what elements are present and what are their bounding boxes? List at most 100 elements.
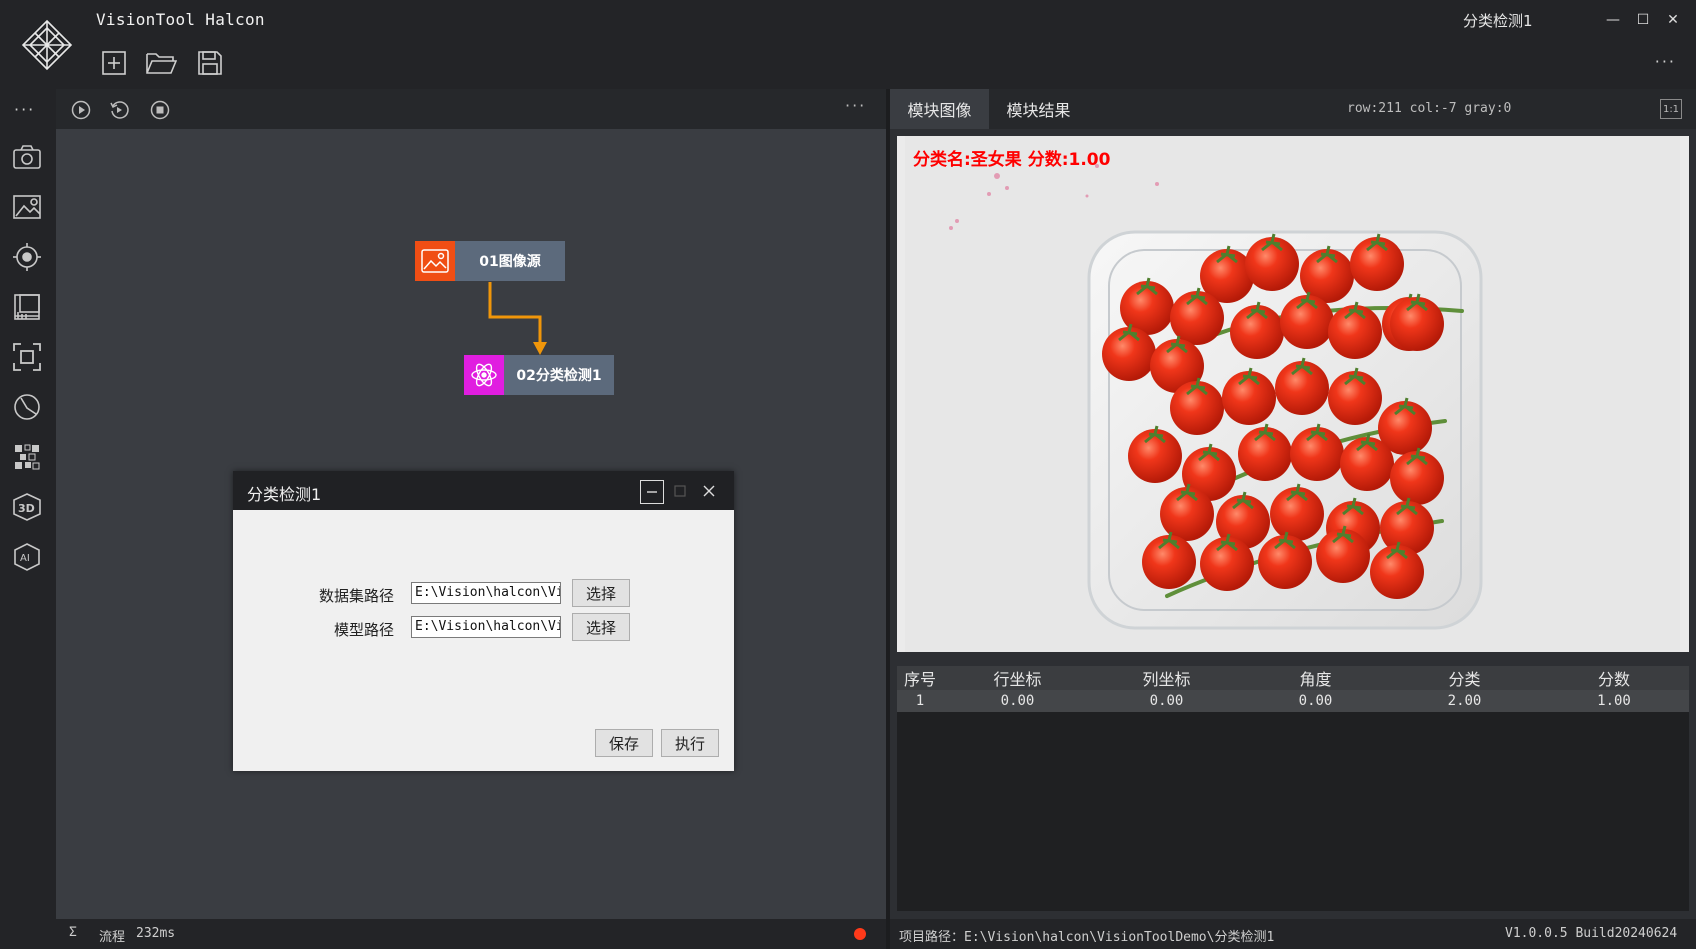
status-indicator-icon [854, 928, 866, 940]
maximize-icon [674, 485, 686, 497]
zoom-1-1-button[interactable]: 1:1 [1660, 99, 1682, 119]
rail-pattern-button[interactable] [8, 438, 46, 476]
rail-more-button[interactable]: ··· [14, 100, 35, 119]
open-folder-icon [146, 53, 177, 74]
tomato [1258, 535, 1312, 589]
titlebar-more-button[interactable]: ··· [1655, 52, 1676, 71]
flow-label: 流程 [99, 930, 126, 945]
flow-node-image-source[interactable]: 01图像源 [415, 241, 565, 281]
result-table: 序号 行坐标 列坐标 角度 分类 分数 1 0.00 0.00 0.00 2.0… [897, 666, 1689, 911]
dialog-close-button[interactable] [698, 480, 720, 502]
open-folder-button[interactable] [145, 47, 177, 79]
tomato [1340, 437, 1394, 491]
table-row[interactable]: 1 0.00 0.00 0.00 2.00 1.00 [897, 690, 1689, 712]
pixel-readout: row:211 col:-7 gray:0 [1347, 101, 1512, 116]
tomato [1160, 487, 1214, 541]
stop-button[interactable] [148, 98, 172, 122]
run-button[interactable] [69, 98, 93, 122]
cell-row: 0.00 [1000, 693, 1035, 709]
maximize-button[interactable]: ☐ [1630, 8, 1656, 32]
model-choose-button[interactable]: 选择 [572, 613, 630, 641]
image-settings-icon [13, 195, 41, 219]
tab-module-image[interactable]: 模块图像 [890, 89, 989, 129]
node-label: 02分类检测1 [504, 355, 614, 395]
image-source-icon [415, 241, 455, 281]
flow-time: 232ms [136, 926, 176, 941]
camera-icon [13, 145, 41, 169]
tomato [1370, 545, 1424, 599]
minimize-icon [647, 491, 657, 493]
app-logo-icon [20, 18, 74, 72]
flow-status-bar [56, 919, 886, 949]
rail-image-settings-button[interactable] [8, 188, 46, 226]
node-label: 01图像源 [455, 241, 565, 281]
rail-ai-button[interactable]: AI [8, 538, 46, 576]
model-path-label: 模型路径 [333, 621, 394, 639]
model-path-input[interactable]: E:\Vision\halcon\Vi [411, 616, 561, 638]
app-title: VisionTool Halcon [96, 10, 265, 29]
new-file-button[interactable] [98, 47, 130, 79]
tomato [1280, 295, 1334, 349]
result-table-header: 序号 行坐标 列坐标 角度 分类 分数 [897, 666, 1689, 690]
rail-target-button[interactable] [8, 238, 46, 276]
target-icon [13, 243, 41, 271]
loop-run-icon [110, 101, 129, 119]
sigma-icon: Σ [69, 925, 77, 940]
rail-3d-button[interactable]: 3D [8, 488, 46, 526]
tomato [1142, 535, 1196, 589]
cell-angle: 0.00 [1298, 693, 1333, 709]
close-button[interactable]: ✕ [1660, 8, 1686, 32]
measure-icon [14, 394, 40, 420]
save-button[interactable] [194, 47, 226, 79]
col-row-header: 行坐标 [993, 670, 1042, 689]
image-viewer[interactable]: 分类名:圣女果 分数:1.00 [897, 136, 1689, 652]
rail-camera-button[interactable] [8, 138, 46, 176]
minimize-button[interactable]: — [1600, 8, 1626, 32]
tomato [1170, 381, 1224, 435]
cell-index: 1 [915, 693, 925, 709]
cell-col: 0.00 [1149, 693, 1184, 709]
tomato [1238, 427, 1292, 481]
tomato [1245, 237, 1299, 291]
svg-text:3D: 3D [18, 502, 35, 515]
dialog-minimize-button[interactable] [640, 480, 664, 504]
classify-icon [464, 355, 504, 395]
focus-frame-icon [13, 343, 41, 371]
result-overlay-text: 分类名:圣女果 分数:1.00 [913, 150, 1111, 170]
dialog-save-button[interactable]: 保存 [595, 729, 653, 757]
3d-icon: 3D [13, 493, 41, 521]
tomato [1390, 297, 1444, 351]
close-icon [703, 485, 715, 497]
run-icon [71, 100, 91, 120]
tomato [1102, 327, 1156, 381]
col-score-header: 分数 [1597, 670, 1630, 689]
calibration-icon [14, 294, 40, 320]
rail-measure-button[interactable] [8, 388, 46, 426]
rail-focus-button[interactable] [8, 338, 46, 376]
stop-icon [150, 100, 170, 120]
col-angle-header: 角度 [1299, 670, 1332, 689]
dataset-choose-button[interactable]: 选择 [572, 579, 630, 607]
rail-calibration-button[interactable] [8, 288, 46, 326]
col-index-header: 序号 [903, 670, 936, 689]
panel-splitter[interactable] [886, 89, 890, 949]
dialog-maximize-button[interactable] [669, 480, 691, 502]
flow-node-classify[interactable]: 02分类检测1 [464, 355, 614, 395]
svg-text:AI: AI [20, 553, 30, 564]
col-col-header: 列坐标 [1142, 670, 1191, 689]
loop-run-button[interactable] [107, 98, 131, 122]
save-icon [198, 51, 222, 75]
tomato [1328, 371, 1382, 425]
tomato [1200, 537, 1254, 591]
classify-settings-dialog: 分类检测1 数据集路径 E:\Vision\halcon\Vi 选择 模型路径 … [233, 471, 734, 771]
col-class-header: 分类 [1448, 670, 1481, 689]
tomato [1290, 427, 1344, 481]
window-caption: 分类检测1 [1463, 12, 1533, 30]
cell-class: 2.00 [1447, 693, 1482, 709]
tab-module-result[interactable]: 模块结果 [989, 89, 1088, 129]
dialog-run-button[interactable]: 执行 [661, 729, 719, 757]
dialog-title: 分类检测1 [247, 485, 322, 504]
dataset-path-input[interactable]: E:\Vision\halcon\Vi [411, 582, 561, 604]
tomato [1222, 371, 1276, 425]
flow-more-button[interactable]: ··· [845, 96, 866, 115]
